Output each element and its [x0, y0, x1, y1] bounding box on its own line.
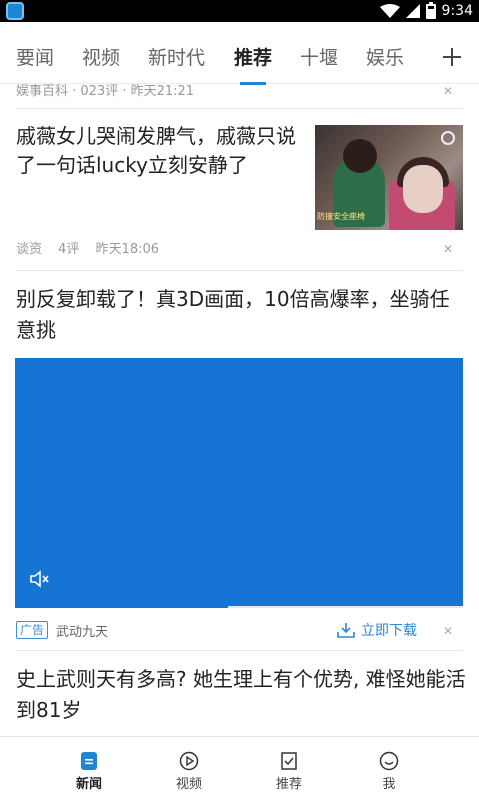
- status-indicators: 9:34: [379, 0, 473, 22]
- tab-new-era[interactable]: 新时代: [148, 46, 205, 70]
- ad-title[interactable]: 别反复卸载了！真3D画面，10倍高爆率，坐骑任意挑: [16, 284, 466, 346]
- add-channel-icon[interactable]: [443, 48, 461, 66]
- nav-recommend[interactable]: 推荐: [249, 737, 329, 795]
- wifi-icon: [379, 4, 400, 18]
- article-comments: 4评: [58, 242, 80, 257]
- article-source: 谈资: [16, 242, 43, 257]
- divider: [16, 270, 463, 271]
- ad-video-player[interactable]: [15, 358, 463, 608]
- download-icon: [337, 623, 355, 638]
- video-progress-bar: [228, 606, 463, 608]
- article-title[interactable]: 史上武则天有多高? 她生理上有个优势, 难怪她能活到81岁: [16, 664, 466, 726]
- channel-tabs: 要闻 视频 新时代 推荐 十堰 娱乐: [0, 22, 479, 85]
- nav-news-label: 新闻: [75, 777, 102, 792]
- article-time: 昨天18:06: [95, 242, 160, 257]
- news-icon: [79, 751, 99, 771]
- ad-meta: 广告 武动九天: [16, 620, 108, 640]
- tab-shiyan[interactable]: 十堰: [300, 46, 338, 70]
- nav-me[interactable]: 我: [349, 737, 429, 795]
- thumbnail-caption: 防撞安全座椅: [317, 212, 365, 221]
- previous-item-meta: 娱事百科 · 023评 · 昨天21:21: [16, 84, 195, 99]
- tab-entertainment[interactable]: 娱乐: [366, 46, 404, 70]
- app-notification-icon: [6, 2, 24, 20]
- bottom-navigation: 新闻 视频 推荐 我: [0, 736, 479, 795]
- nav-video[interactable]: 视频: [149, 737, 229, 795]
- article-meta: 谈资 4评 昨天18:06: [16, 238, 171, 257]
- play-circle-icon: [179, 751, 199, 771]
- article-thumbnail[interactable]: 防撞安全座椅: [315, 125, 463, 230]
- smile-icon: [379, 751, 399, 771]
- nav-recommend-label: 推荐: [275, 777, 302, 792]
- status-bar: 9:34: [0, 0, 479, 22]
- mute-icon[interactable]: [29, 570, 49, 588]
- nav-video-label: 视频: [175, 777, 202, 792]
- news-feed[interactable]: 娱事百科 · 023评 · 昨天21:21 ✕ 戚薇女儿哭闹发脾气，戚薇只说了一…: [0, 84, 479, 736]
- tab-yaowen[interactable]: 要闻: [16, 46, 54, 70]
- divider: [16, 108, 463, 109]
- tab-recommend[interactable]: 推荐: [234, 46, 272, 70]
- tab-video[interactable]: 视频: [82, 46, 120, 70]
- nav-me-label: 我: [382, 777, 396, 792]
- camera-icon: [441, 131, 455, 145]
- nav-news[interactable]: 新闻: [49, 737, 129, 795]
- download-label: 立即下载: [361, 623, 417, 639]
- article-title[interactable]: 戚薇女儿哭闹发脾气，戚薇只说了一句话lucky立刻安静了: [16, 122, 301, 180]
- dismiss-ad-button[interactable]: ✕: [443, 624, 453, 638]
- ad-advertiser: 武动九天: [56, 624, 109, 640]
- dismiss-previous-button[interactable]: ✕: [443, 84, 453, 98]
- ad-badge: 广告: [16, 621, 49, 639]
- divider: [16, 650, 463, 651]
- battery-icon: [425, 1, 436, 19]
- signal-icon: [405, 4, 420, 18]
- download-button[interactable]: 立即下载: [337, 620, 417, 640]
- status-time: 9:34: [441, 3, 473, 19]
- dismiss-article-button[interactable]: ✕: [443, 242, 453, 256]
- checkbox-icon: [279, 751, 299, 771]
